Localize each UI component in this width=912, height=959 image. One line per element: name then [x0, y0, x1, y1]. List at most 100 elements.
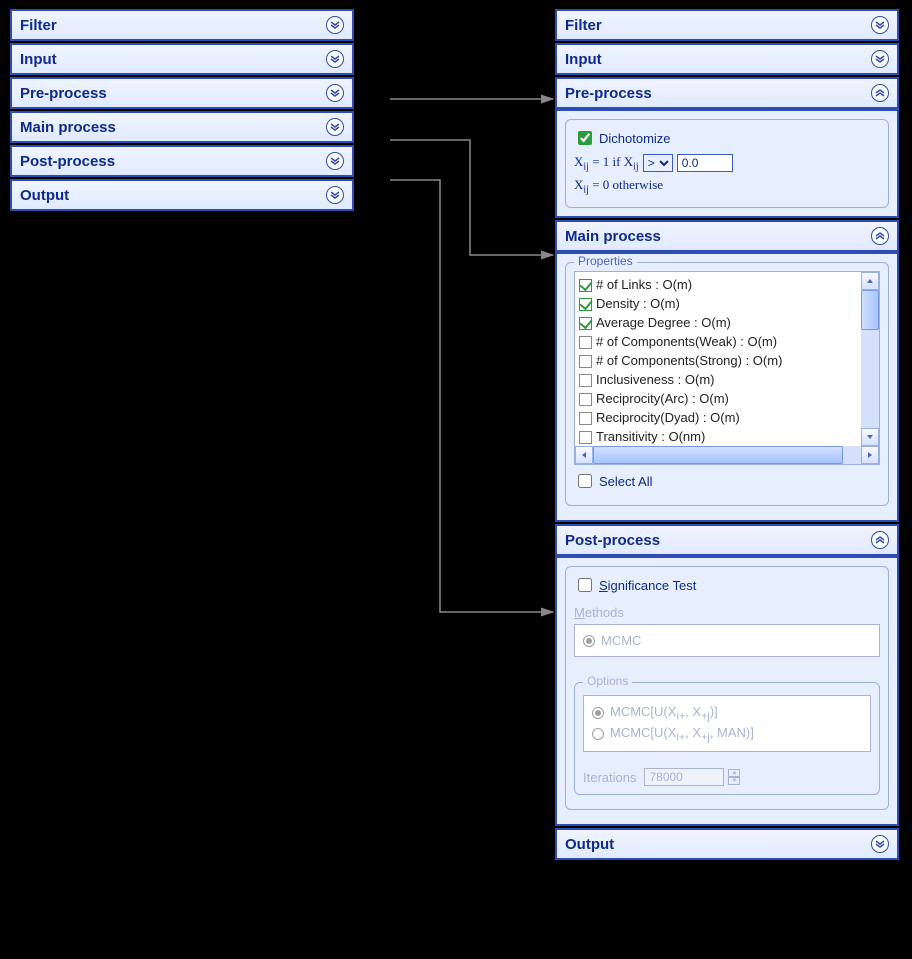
option-2[interactable]: MCMC[U(Xi+, X+j, MAN)] — [592, 725, 862, 744]
checkbox-icon[interactable] — [579, 393, 592, 406]
header-filter-r[interactable]: Filter — [555, 9, 899, 41]
radio-icon — [592, 728, 604, 740]
property-label: Reciprocity(Dyad) : O(m) — [596, 410, 740, 425]
chevron-up-icon — [871, 227, 889, 245]
postprocess-body: SSignificance Testignificance Test Metho… — [555, 556, 899, 826]
properties-group-label: Properties — [574, 254, 637, 268]
property-label: # of Links : O(m) — [596, 277, 692, 292]
significance-label: SSignificance Testignificance Test — [599, 578, 696, 593]
radio-icon — [592, 707, 604, 719]
preprocess-body: Dichotomize Xij = 1 if Xij > Xij = 0 oth… — [555, 109, 899, 218]
checkbox-icon[interactable] — [579, 336, 592, 349]
chevron-down-icon — [871, 50, 889, 68]
property-item[interactable]: Reciprocity(Arc) : O(m) — [579, 389, 875, 408]
chevron-up-icon — [871, 84, 889, 102]
scroll-up-icon[interactable] — [861, 272, 879, 290]
checkbox-icon[interactable] — [579, 412, 592, 425]
header-preprocess-label: Pre-process — [20, 85, 107, 102]
property-label: Density : O(m) — [596, 296, 680, 311]
property-item[interactable]: Average Degree : O(m) — [579, 313, 875, 332]
chevron-down-icon — [326, 152, 344, 170]
scroll-left-icon[interactable] — [575, 446, 593, 464]
property-item[interactable]: # of Components(Weak) : O(m) — [579, 332, 875, 351]
property-item[interactable]: Inclusiveness : O(m) — [579, 370, 875, 389]
iterations-label: Iterations — [583, 770, 636, 785]
property-item[interactable]: Transitivity : O(nm) — [579, 427, 875, 446]
right-panel-stack: Filter Input Pre-process Dichotomize Xij… — [555, 9, 899, 862]
property-label: Reciprocity(Arc) : O(m) — [596, 391, 729, 406]
chevron-up-icon — [871, 531, 889, 549]
header-output-r-label: Output — [565, 836, 614, 853]
scrollbar-horizontal[interactable] — [575, 446, 879, 464]
header-postprocess[interactable]: Post-process — [10, 145, 354, 177]
spin-down-icon[interactable]: ▼ — [728, 777, 740, 785]
header-postprocess-r[interactable]: Post-process — [555, 524, 899, 556]
header-input-r[interactable]: Input — [555, 43, 899, 75]
header-mainprocess-r-label: Main process — [565, 228, 661, 245]
select-all-label: Select All — [599, 474, 652, 489]
select-all-checkbox[interactable] — [578, 474, 592, 488]
header-postprocess-r-label: Post-process — [565, 532, 660, 549]
chevron-down-icon — [326, 84, 344, 102]
property-item[interactable]: Density : O(m) — [579, 294, 875, 313]
methods-label: Methods — [574, 605, 880, 620]
checkbox-checked-icon[interactable] — [579, 279, 592, 292]
options-box: MCMC[U(Xi+, X+j)] MCMC[U(Xi+, X+j, MAN)] — [583, 695, 871, 752]
option-2-label: MCMC[U(Xi+, X+j, MAN)] — [610, 725, 754, 744]
property-label: Inclusiveness : O(m) — [596, 372, 714, 387]
header-input[interactable]: Input — [10, 43, 354, 75]
dichotomize-rule-0: Xij = 0 otherwise — [574, 177, 880, 196]
comparator-select[interactable]: > — [643, 154, 673, 172]
threshold-input[interactable] — [677, 154, 733, 172]
checkbox-checked-icon[interactable] — [579, 317, 592, 330]
scroll-thumb-h[interactable] — [593, 446, 843, 464]
property-label: # of Components(Strong) : O(m) — [596, 353, 782, 368]
iterations-input[interactable] — [644, 768, 724, 786]
scroll-down-icon[interactable] — [861, 428, 879, 446]
scrollbar-vertical[interactable] — [861, 272, 879, 446]
header-output-r[interactable]: Output — [555, 828, 899, 860]
dichotomize-rule-1: Xij = 1 if Xij > — [574, 154, 880, 173]
left-panel-stack: Filter Input Pre-process Main process Po… — [10, 9, 354, 213]
header-filter-label: Filter — [20, 17, 57, 34]
scroll-right-icon[interactable] — [861, 446, 879, 464]
properties-listbox[interactable]: # of Links : O(m) Density : O(m) Average D… — [574, 271, 880, 465]
chevron-down-icon — [326, 16, 344, 34]
property-label: Average Degree : O(m) — [596, 315, 731, 330]
header-preprocess-r-label: Pre-process — [565, 85, 652, 102]
property-label: # of Components(Weak) : O(m) — [596, 334, 777, 349]
header-preprocess[interactable]: Pre-process — [10, 77, 354, 109]
checkbox-icon[interactable] — [579, 355, 592, 368]
option-1[interactable]: MCMC[U(Xi+, X+j)] — [592, 704, 862, 723]
mainprocess-body: Properties # of Links : O(m) Density : O(… — [555, 252, 899, 522]
property-item[interactable]: # of Links : O(m) — [579, 275, 875, 294]
method-mcmc-label: MCMC — [601, 633, 641, 648]
header-input-label: Input — [20, 51, 57, 68]
radio-icon — [583, 635, 595, 647]
scroll-thumb[interactable] — [861, 290, 879, 330]
checkbox-checked-icon[interactable] — [579, 298, 592, 311]
chevron-down-icon — [326, 118, 344, 136]
spin-up-icon[interactable]: ▲ — [728, 769, 740, 777]
methods-box: MCMC — [574, 624, 880, 657]
header-preprocess-r[interactable]: Pre-process — [555, 77, 899, 109]
checkbox-icon[interactable] — [579, 431, 592, 444]
header-filter[interactable]: Filter — [10, 9, 354, 41]
header-output-label: Output — [20, 187, 69, 204]
header-input-r-label: Input — [565, 51, 602, 68]
property-item[interactable]: # of Components(Strong) : O(m) — [579, 351, 875, 370]
dichotomize-checkbox[interactable] — [578, 131, 592, 145]
checkbox-icon[interactable] — [579, 374, 592, 387]
header-postprocess-label: Post-process — [20, 153, 115, 170]
dichotomize-label: Dichotomize — [599, 131, 671, 146]
property-item[interactable]: Reciprocity(Dyad) : O(m) — [579, 408, 875, 427]
options-group-label: Options — [583, 674, 632, 688]
significance-checkbox[interactable] — [578, 578, 592, 592]
method-mcmc[interactable]: MCMC — [583, 633, 871, 648]
header-filter-r-label: Filter — [565, 17, 602, 34]
header-output[interactable]: Output — [10, 179, 354, 211]
chevron-down-icon — [326, 50, 344, 68]
header-mainprocess-r[interactable]: Main process — [555, 220, 899, 252]
property-label: Transitivity : O(nm) — [596, 429, 705, 444]
header-mainprocess[interactable]: Main process — [10, 111, 354, 143]
